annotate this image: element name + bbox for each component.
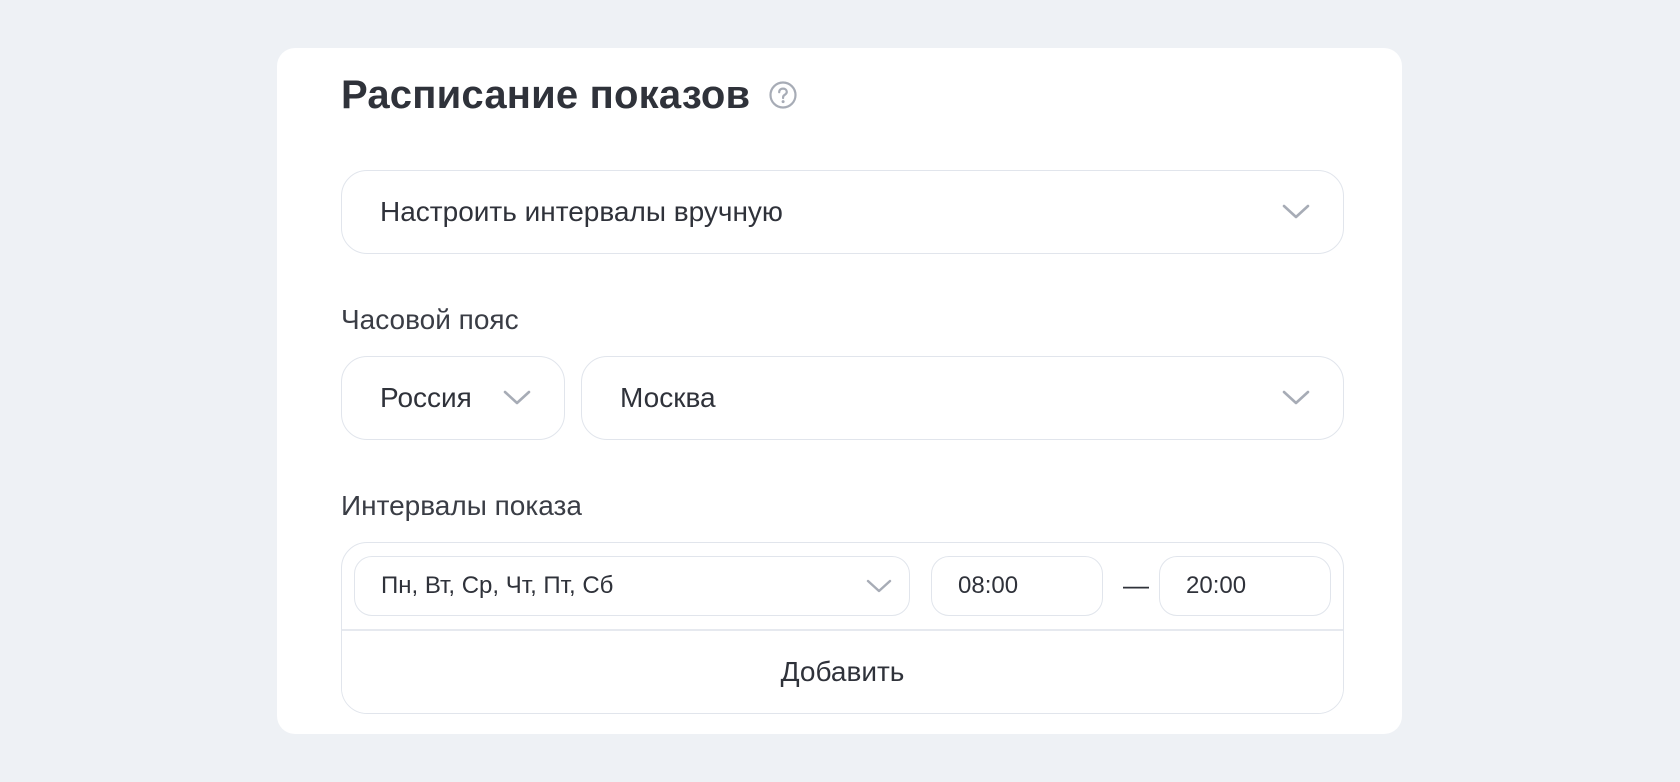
city-value: Москва [620,382,716,413]
days-value: Пн, Вт, Ср, Чт, Пт, Сб [381,572,614,599]
time-from-input[interactable]: 08:00 [931,556,1103,616]
add-interval-button[interactable]: Добавить [342,631,1343,713]
interval-mode-select[interactable]: Настроить интервалы вручную [341,170,1344,254]
title-row: Расписание показов [341,70,798,120]
chevron-down-icon [865,575,893,597]
interval-row: Пн, Вт, Ср, Чт, Пт, Сб 08:00 — 20:00 [342,543,1343,629]
question-circle-icon[interactable] [768,80,798,110]
page-title: Расписание показов [341,72,751,117]
schedule-card: Расписание показов Настроить интервалы в… [277,48,1402,734]
chevron-down-icon [1281,199,1311,223]
city-select[interactable]: Москва [581,356,1344,440]
timezone-label: Часовой пояс [341,304,519,335]
chevron-down-icon [502,385,532,409]
intervals-label: Интервалы показа [341,490,582,521]
days-select[interactable]: Пн, Вт, Ср, Чт, Пт, Сб [354,556,910,616]
chevron-down-icon [1281,385,1311,409]
time-range-separator: — [1123,570,1149,600]
interval-mode-value: Настроить интервалы вручную [380,196,783,227]
country-value: Россия [380,382,472,413]
intervals-box: Пн, Вт, Ср, Чт, Пт, Сб 08:00 — 20:00 Доб… [341,542,1344,714]
time-to-input[interactable]: 20:00 [1159,556,1331,616]
country-select[interactable]: Россия [341,356,565,440]
